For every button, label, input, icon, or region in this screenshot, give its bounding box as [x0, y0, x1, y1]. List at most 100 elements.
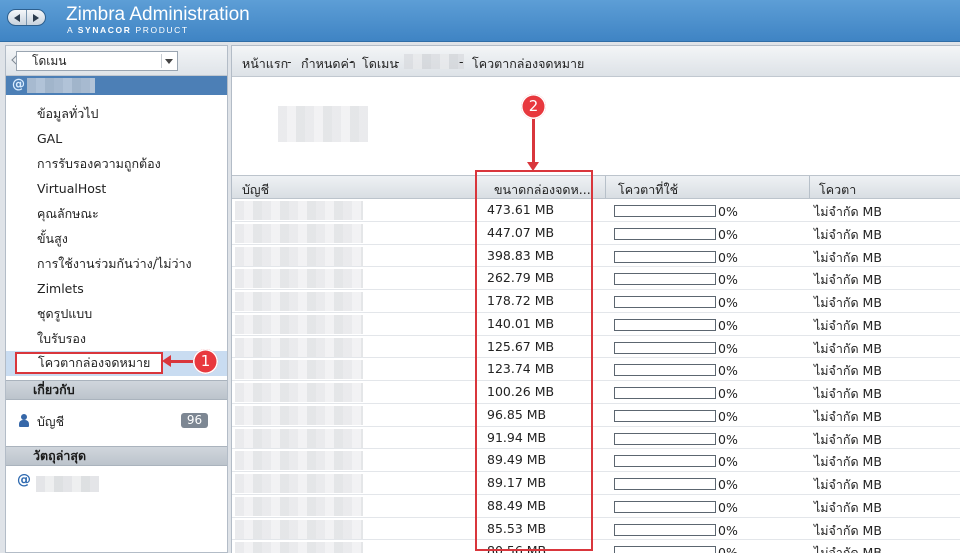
- breadcrumb-current: โควตากล่องจดหมาย: [472, 56, 585, 71]
- quota-used-percent: 0%: [718, 295, 738, 310]
- quota-cell: ไม่จำกัด MB: [814, 499, 882, 515]
- table-row[interactable]: 89.17 MB 0% ไม่จำกัด MB: [232, 472, 960, 495]
- table-row[interactable]: 96.85 MB 0% ไม่จำกัด MB: [232, 404, 960, 427]
- sidebar-toolbar: โดเมน: [6, 46, 227, 76]
- quota-usage-bar: [614, 432, 716, 445]
- quota-used-percent: 0%: [718, 477, 738, 492]
- redacted-account-name: [235, 314, 363, 334]
- redacted-account-name: [235, 474, 363, 493]
- quota-used-percent: 0%: [718, 317, 738, 333]
- table-row[interactable]: 140.01 MB 0% ไม่จำกัด MB: [232, 313, 960, 336]
- recent-section-header: วัตถุล่าสุด: [6, 446, 227, 466]
- sidebar-item-5[interactable]: คุณลักษณะ: [6, 201, 227, 226]
- breadcrumb-sep-1: -: [287, 54, 292, 69]
- quota-usage-bar: [614, 478, 716, 490]
- sidebar-item-10[interactable]: ใบรับรอง: [6, 326, 227, 351]
- quota-cell: ไม่จำกัด MB: [814, 386, 882, 401]
- quota-cell: ไม่จำกัด MB: [814, 226, 882, 242]
- quota-used-percent: 0%: [718, 522, 738, 538]
- quota-grid-rows: 473.61 MB 0% ไม่จำกัด MB 447.07 MB 0% ไม่จำกั…: [232, 199, 960, 553]
- navigation-sidebar: โดเมน @ ข้อมูลทั่วไป GAL การรับรองความถูกต…: [5, 45, 228, 553]
- breadcrumb-domain[interactable]: โดเมน: [362, 54, 398, 74]
- forward-button[interactable]: [26, 10, 45, 25]
- quota-used-percent: 0%: [718, 454, 738, 470]
- redacted-account-name: [235, 337, 363, 357]
- sidebar-item-1[interactable]: ข้อมูลทั่วไป: [6, 101, 227, 126]
- table-row[interactable]: 447.07 MB 0% ไม่จำกัด MB: [232, 222, 960, 245]
- redacted-recent-domain: [36, 476, 99, 492]
- quota-cell: ไม่จำกัด MB: [814, 431, 882, 447]
- table-row[interactable]: 91.94 MB 0% ไม่จำกัด MB: [232, 427, 960, 450]
- sidebar-item-2[interactable]: GAL: [6, 126, 227, 151]
- sidebar-item-6[interactable]: ขั้นสูง: [6, 226, 227, 251]
- quota-usage-bar: [614, 296, 716, 308]
- quota-cell: ไม่จำกัด MB: [814, 454, 882, 470]
- column-divider[interactable]: [809, 176, 810, 198]
- recent-domain-link[interactable]: @: [6, 470, 227, 498]
- user-icon: [19, 414, 29, 427]
- col-header-account[interactable]: บัญชี: [242, 180, 269, 200]
- column-divider[interactable]: [605, 176, 606, 198]
- sidebar-item-label: คุณลักษณะ: [37, 206, 99, 221]
- redacted-domain-name: [27, 78, 95, 93]
- quota-usage-bar: [614, 500, 716, 513]
- redacted-domain-crumb[interactable]: [404, 54, 464, 69]
- redacted-account-name: [235, 428, 363, 448]
- breadcrumb: หน้าแรก - กำหนดค่า - โดเมน - - โควตากล่อ…: [232, 46, 960, 77]
- sidebar-item-7[interactable]: การใช้งานร่วมกันว่าง/ไม่ว่าง: [6, 251, 227, 276]
- col-header-quota-used[interactable]: โควตาที่ใช้: [618, 180, 678, 200]
- sidebar-item-label: โควตากล่องจดหมาย: [15, 352, 163, 374]
- quota-usage-bar: [614, 227, 716, 240]
- annotation-arrow-2-line: [532, 117, 535, 165]
- quota-used-percent: 0%: [718, 431, 738, 447]
- quota-grid-header: บัญชี ขนาดกล่องจดห... โควตาที่ใช้ โควตา: [232, 175, 960, 199]
- redacted-account-name: [235, 405, 363, 425]
- object-type-select[interactable]: โดเมน: [16, 51, 178, 71]
- breadcrumb-home[interactable]: หน้าแรก: [242, 54, 288, 74]
- quota-cell: ไม่จำกัด MB: [814, 340, 882, 356]
- table-row[interactable]: 80.56 MB 0% ไม่จำกัด MB: [232, 540, 960, 553]
- sidebar-item-8[interactable]: Zimlets: [6, 276, 227, 301]
- table-row[interactable]: 398.83 MB 0% ไม่จำกัด MB: [232, 245, 960, 268]
- breadcrumb-configure[interactable]: กำหนดค่า: [301, 54, 356, 74]
- table-row[interactable]: 85.53 MB 0% ไม่จำกัด MB: [232, 518, 960, 541]
- table-row[interactable]: 89.49 MB 0% ไม่จำกัด MB: [232, 449, 960, 472]
- chevron-down-icon[interactable]: [161, 54, 175, 68]
- table-row[interactable]: 88.49 MB 0% ไม่จำกัด MB: [232, 495, 960, 518]
- table-row[interactable]: 125.67 MB 0% ไม่จำกัด MB: [232, 336, 960, 359]
- redacted-account-name: [235, 451, 363, 471]
- breadcrumb-sep-4: -: [459, 54, 464, 69]
- redacted-account-name: [235, 269, 363, 289]
- chevron-left-icon: [14, 13, 20, 22]
- current-domain-row[interactable]: @: [6, 76, 227, 95]
- sidebar-item-4[interactable]: VirtualHost: [6, 176, 227, 201]
- domain-nav-list: ข้อมูลทั่วไป GAL การรับรองความถูกต้อง Virtu…: [6, 95, 227, 376]
- related-section: บัญชี 96: [6, 400, 227, 446]
- sidebar-item-3[interactable]: การรับรองความถูกต้อง: [6, 151, 227, 176]
- back-button[interactable]: [8, 10, 26, 25]
- quota-cell: ไม่จำกัด MB: [814, 295, 882, 310]
- quota-cell: ไม่จำกัด MB: [814, 363, 882, 379]
- table-row[interactable]: 473.61 MB 0% ไม่จำกัด MB: [232, 199, 960, 222]
- quota-cell: ไม่จำกัด MB: [814, 204, 882, 219]
- quota-usage-bar: [614, 387, 716, 399]
- table-row[interactable]: 262.79 MB 0% ไม่จำกัด MB: [232, 267, 960, 290]
- breadcrumb-sep-2: -: [349, 54, 354, 69]
- table-row[interactable]: 100.26 MB 0% ไม่จำกัด MB: [232, 381, 960, 404]
- subtitle-prefix: A: [67, 25, 74, 35]
- table-row[interactable]: 123.74 MB 0% ไม่จำกัด MB: [232, 358, 960, 381]
- sidebar-item-label: ข้อมูลทั่วไป: [37, 106, 99, 121]
- quota-cell: ไม่จำกัด MB: [814, 545, 882, 553]
- sidebar-item-label: GAL: [37, 131, 63, 146]
- col-header-quota[interactable]: โควตา: [819, 180, 856, 200]
- annotation-arrow-2-head: [527, 162, 539, 171]
- sidebar-item-label: VirtualHost: [37, 181, 107, 196]
- quota-usage-bar: [614, 409, 716, 422]
- quota-used-percent: 0%: [718, 226, 738, 242]
- table-row[interactable]: 178.72 MB 0% ไม่จำกัด MB: [232, 290, 960, 313]
- sidebar-item-9[interactable]: ชุดรูปแบบ: [6, 301, 227, 326]
- quota-usage-bar: [614, 205, 716, 217]
- quota-cell: ไม่จำกัด MB: [814, 477, 882, 492]
- accounts-link[interactable]: บัญชี 96: [6, 408, 227, 434]
- redacted-account-name: [235, 383, 363, 402]
